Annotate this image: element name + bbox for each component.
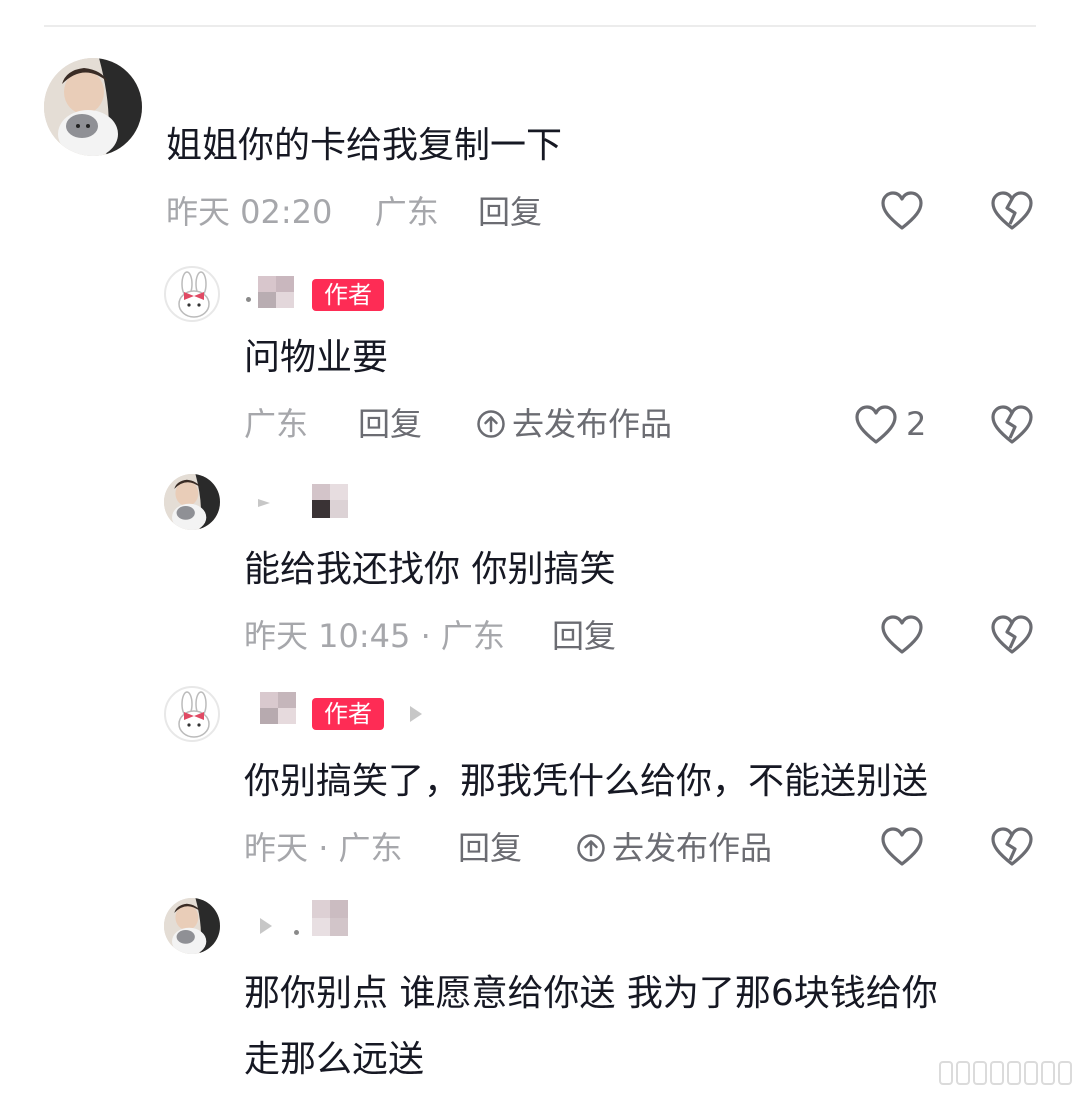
reply-button[interactable]: 回复 (552, 616, 616, 656)
separator-dot: · (318, 829, 329, 867)
reply-time-value: 昨天 (244, 829, 309, 867)
heart-outline-icon[interactable] (854, 404, 898, 446)
username-blur (246, 297, 251, 302)
publish-button[interactable]: 去发布作品 (576, 828, 772, 868)
broken-heart-icon[interactable] (990, 404, 1034, 446)
comment-location: 广东 (374, 193, 439, 231)
broken-heart-icon[interactable] (990, 826, 1034, 868)
reply-text: 问物业要 (244, 337, 389, 378)
play-icon (260, 918, 272, 934)
reply-text-line2: 走那么远送 (244, 1039, 425, 1080)
top-divider (44, 25, 1036, 27)
comment-time: 昨天 02:20 广东 (166, 192, 439, 232)
broken-heart-icon[interactable] (990, 614, 1034, 656)
reply-location: 广东 (244, 405, 309, 443)
publish-button[interactable]: 去发布作品 (476, 404, 672, 444)
author-badge: 作者 (312, 698, 384, 730)
reply-text-line1: 那你别点 谁愿意给你送 我为了那6块钱给你 (244, 973, 938, 1014)
author-badge: 作者 (312, 279, 384, 311)
reply-location: 广东 (440, 617, 505, 655)
publish-label: 去发布作品 (512, 405, 673, 443)
reply-button[interactable]: 回复 (358, 404, 422, 444)
username-blur (294, 930, 299, 935)
reply-time: 昨天 10:45 · 广东 (244, 616, 505, 656)
up-arrow-circle-icon (477, 410, 505, 438)
publish-label: 去发布作品 (612, 829, 773, 867)
reply-text: 能给我还找你 你别搞笑 (244, 549, 616, 590)
reply-time-value: 昨天 10:45 (244, 617, 411, 655)
up-arrow-circle-icon (577, 834, 605, 862)
reply-button[interactable]: 回复 (478, 192, 542, 232)
author-avatar[interactable] (164, 266, 220, 322)
reply-text: 你别搞笑了，那我凭什么给你，不能送别送 (244, 761, 929, 802)
reply-location: 广东 (338, 829, 403, 867)
comment-text: 姐姐你的卡给我复制一下 (166, 125, 563, 166)
heart-outline-icon[interactable] (880, 614, 924, 656)
play-icon (258, 499, 270, 507)
comment-time-value: 昨天 02:20 (166, 193, 333, 231)
avatar[interactable] (164, 898, 220, 954)
heart-outline-icon[interactable] (880, 190, 924, 232)
heart-outline-icon[interactable] (880, 826, 924, 868)
avatar[interactable] (164, 474, 220, 530)
separator-dot: · (420, 617, 431, 655)
author-avatar[interactable] (164, 686, 220, 742)
like-count: 2 (906, 405, 927, 443)
reply-button[interactable]: 回复 (458, 828, 522, 868)
play-icon (410, 706, 422, 722)
broken-heart-icon[interactable] (990, 190, 1034, 232)
avatar[interactable] (44, 58, 142, 156)
watermark (939, 1061, 1072, 1085)
reply-time: 昨天 · 广东 (244, 828, 403, 868)
